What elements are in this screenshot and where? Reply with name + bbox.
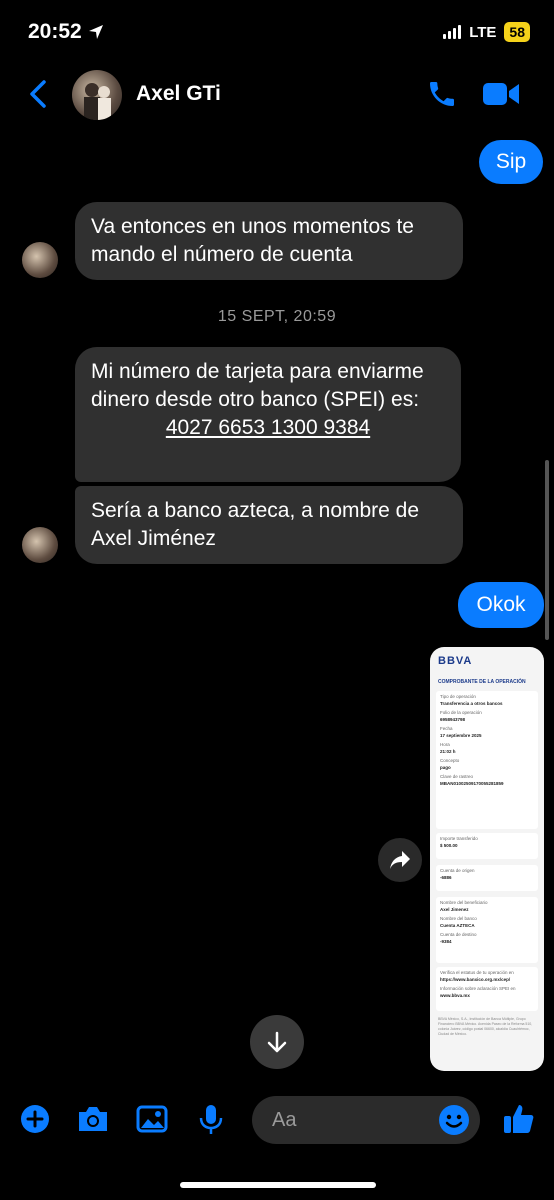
chevron-left-icon (30, 80, 46, 108)
video-call-button[interactable] (482, 80, 520, 113)
receipt-value: Transferencia a otros bancos (440, 701, 503, 706)
receipt-value: $ 500.00 (440, 843, 458, 848)
card-number-link[interactable]: 4027 6653 1300 9384 (91, 414, 445, 442)
sender-avatar[interactable] (22, 527, 58, 563)
receipt-title: COMPROBANTE DE LA OPERACIÓN (438, 679, 526, 685)
receipt-value: -9384 (440, 939, 452, 944)
video-camera-icon (483, 83, 519, 105)
contact-avatar[interactable] (72, 70, 122, 120)
message-text: Sería a banco azteca, a nombre de Axel J… (91, 499, 420, 550)
phone-icon (430, 82, 454, 106)
forward-button[interactable] (378, 838, 422, 882)
chat-header: Axel GTi (0, 66, 554, 126)
message-input-placeholder: Aa (272, 1109, 297, 1131)
receipt-footer: BBVA México, S.A., Institución de Banca … (438, 1017, 533, 1036)
message-text: Sip (495, 150, 527, 173)
receipt-value: 17 septiembre 2025 (440, 733, 482, 738)
like-button[interactable] (502, 1102, 536, 1141)
receipt-value: Axel Jimenez (440, 907, 469, 912)
location-arrow-icon (88, 25, 103, 39)
bbva-logo: BBVA (438, 655, 473, 667)
receipt-section: Importe transferido $ 500.00 (436, 833, 538, 859)
message-outgoing[interactable]: Sip (479, 140, 543, 184)
scroll-to-bottom-button[interactable] (250, 1015, 304, 1069)
plus-icon (21, 1105, 49, 1133)
message-text: Va entonces en unos momentos te mando el… (91, 215, 414, 266)
receipt-value: 21:02 h (440, 749, 456, 754)
signal-icon (443, 25, 462, 39)
message-text: Okok (476, 593, 526, 616)
back-button[interactable] (26, 78, 50, 115)
audio-call-button[interactable] (426, 78, 458, 115)
emoji-button[interactable] (438, 1104, 470, 1141)
message-composer: Aa (0, 1090, 554, 1150)
sender-avatar[interactable] (22, 242, 58, 278)
receipt-value: pago (440, 765, 451, 770)
message-incoming[interactable]: Mi número de tarjeta para enviarme diner… (75, 347, 461, 482)
receipt-section: Tipo de operación Transferencia a otros … (436, 691, 538, 829)
receipt-section: Verifica el estatus de tu operación en h… (436, 967, 538, 1011)
message-text: Mi número de tarjeta para enviarme diner… (91, 360, 424, 411)
gallery-button[interactable] (136, 1104, 168, 1139)
clock: 20:52 (28, 20, 104, 44)
microphone-icon (199, 1105, 223, 1134)
receipt-section: Cuenta de origen -6886 (436, 865, 538, 891)
home-indicator (180, 1182, 376, 1188)
status-icons: LTE 58 (443, 22, 530, 42)
receipt-value: https://www.banxico.org.mx/cep/ (440, 977, 511, 982)
share-arrow-icon (390, 851, 410, 869)
arrow-down-icon (267, 1031, 287, 1053)
message-incoming[interactable]: Sería a banco azteca, a nombre de Axel J… (75, 486, 463, 564)
message-incoming[interactable]: Va entonces en unos momentos te mando el… (75, 202, 463, 280)
scrollbar[interactable] (545, 460, 549, 640)
status-bar: 20:52 LTE 58 (0, 0, 554, 66)
receipt-value: 6958943798 (440, 717, 466, 722)
camera-icon (79, 1107, 107, 1131)
camera-button[interactable] (76, 1104, 110, 1139)
network-label: LTE (469, 23, 497, 41)
message-outgoing[interactable]: Okok (458, 582, 544, 628)
receipt-section: Nombre del beneficiario Axel Jimenez Nom… (436, 897, 538, 963)
receipt-value: -6886 (440, 875, 452, 880)
receipt-value: MBAN01002509170055281859 (440, 781, 504, 786)
receipt-image[interactable]: BBVA COMPROBANTE DE LA OPERACIÓN Tipo de… (430, 647, 544, 1071)
battery-icon: 58 (504, 22, 530, 42)
receipt-value: www.bbva.mx (440, 993, 470, 998)
message-input[interactable]: Aa (252, 1096, 480, 1144)
receipt-value: Cuenta AZTECA (440, 923, 475, 928)
emoji-icon (439, 1105, 469, 1135)
clock-time: 20:52 (28, 20, 82, 43)
thumbs-up-icon (504, 1105, 534, 1133)
timestamp: 15 SEPT, 20:59 (217, 308, 337, 325)
microphone-button[interactable] (198, 1104, 224, 1141)
plus-button[interactable] (20, 1104, 50, 1139)
contact-name[interactable]: Axel GTi (136, 82, 221, 106)
image-icon (136, 1105, 168, 1133)
